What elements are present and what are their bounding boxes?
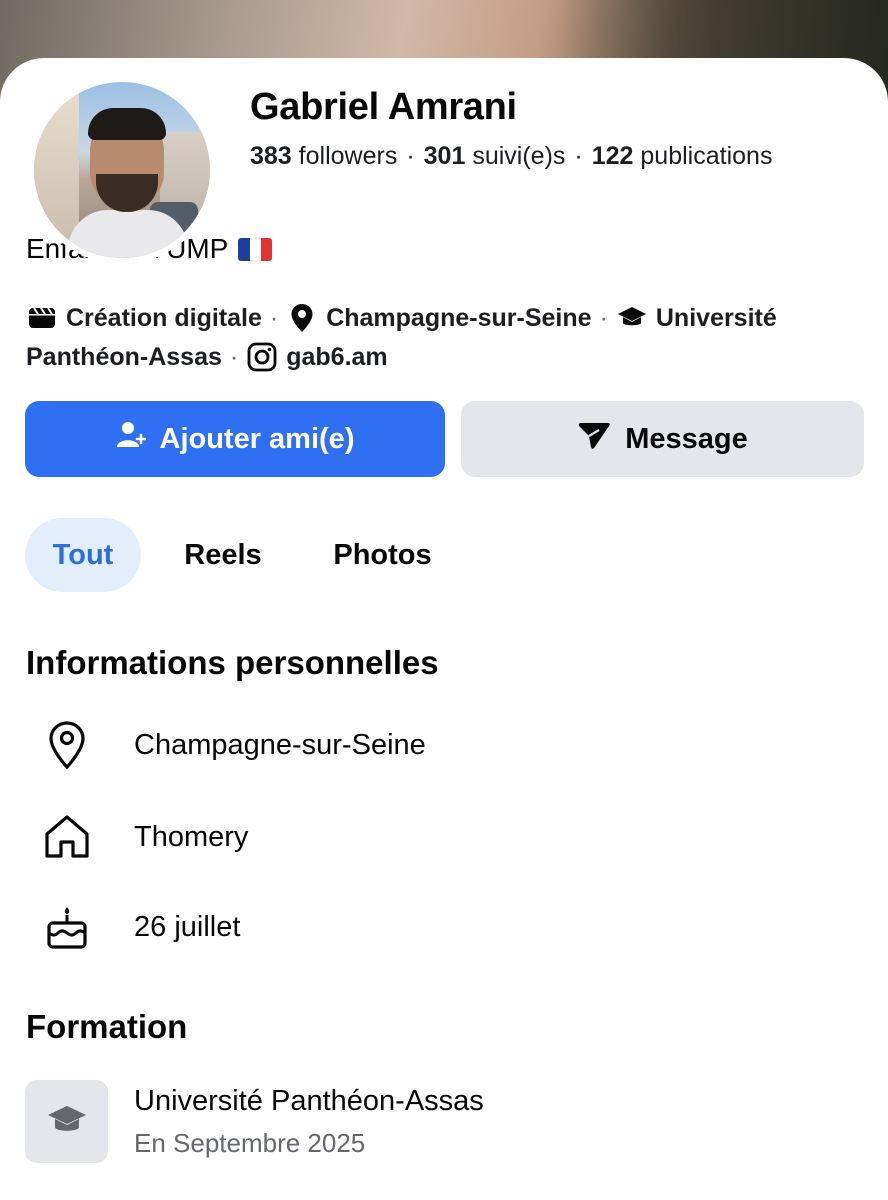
messenger-icon — [577, 420, 611, 458]
info-hometown-text: Thomery — [134, 820, 249, 853]
add-friend-label: Ajouter ami(e) — [159, 422, 355, 455]
tab-all[interactable]: Tout — [25, 518, 141, 592]
personal-info-title: Informations personnelles — [26, 644, 439, 681]
birthday-cake-icon — [40, 900, 94, 954]
location-text[interactable]: Champagne-sur-Seine — [326, 304, 591, 333]
add-friend-icon — [116, 420, 146, 458]
message-button[interactable]: Message — [461, 401, 864, 477]
education-school[interactable]: Université Panthéon-Assas — [134, 1085, 484, 1118]
instagram-handle[interactable]: gab6.am — [286, 343, 387, 372]
info-row-hometown: Thomery — [40, 810, 248, 864]
location-pin-icon — [40, 718, 94, 772]
profile-details-line2: Panthéon-Assas · gab6.am — [26, 341, 388, 373]
french-flag-icon — [238, 237, 273, 261]
add-friend-button[interactable]: Ajouter ami(e) — [25, 401, 445, 477]
following-stat[interactable]: 301 suivi(e)s — [424, 142, 566, 170]
profile-stats: 383 followers · 301 suivi(e)s · 122 publicat… — [250, 142, 773, 170]
education-date: En Septembre 2025 — [134, 1128, 366, 1158]
followers-stat[interactable]: 383 followers — [250, 142, 397, 170]
home-icon — [40, 810, 94, 864]
info-row-birthday: 26 juillet — [40, 900, 240, 954]
posts-stat[interactable]: 122 publications — [592, 142, 773, 170]
info-birthday-text: 26 juillet — [134, 910, 241, 943]
message-label: Message — [625, 422, 748, 455]
school-text-part2[interactable]: Panthéon-Assas — [26, 343, 222, 372]
education-title: Formation — [26, 1008, 188, 1045]
category-text: Création digitale — [66, 303, 262, 332]
graduation-cap-icon — [46, 1102, 88, 1141]
graduation-cap-icon — [616, 302, 648, 334]
profile-details-line1: Création digitale · Champagne-sur-Seine … — [26, 302, 777, 334]
instagram-icon — [246, 341, 278, 373]
avatar[interactable] — [28, 76, 216, 264]
profile-name: Gabriel Amrani — [250, 86, 517, 128]
tab-reels[interactable]: Reels — [168, 518, 278, 592]
location-pin-icon — [286, 302, 318, 334]
tab-photos[interactable]: Photos — [310, 518, 455, 592]
avatar-photo — [34, 82, 210, 258]
school-text-part1[interactable]: Université — [656, 304, 777, 333]
info-row-location: Champagne-sur-Seine — [40, 718, 426, 772]
education-tile[interactable] — [25, 1080, 108, 1163]
clapperboard-icon — [26, 302, 58, 334]
info-location-text: Champagne-sur-Seine — [134, 728, 426, 761]
